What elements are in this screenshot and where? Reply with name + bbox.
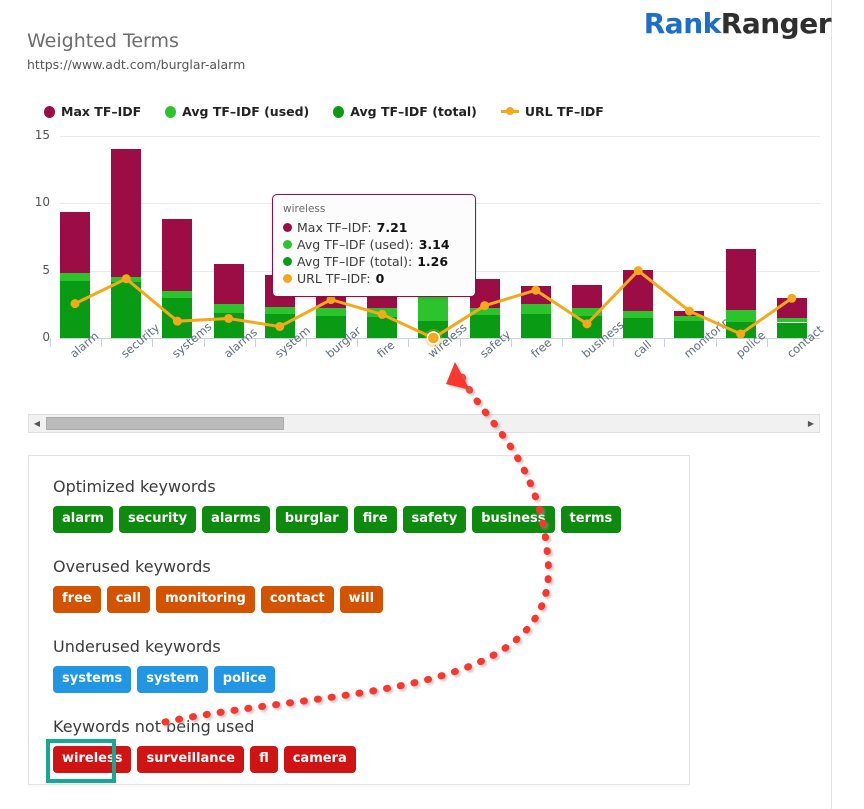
rankranger-logo: RankRanger <box>643 7 832 40</box>
keyword-tag-list: wireless surveillance fl camera <box>46 739 356 783</box>
scroll-right-arrow-icon[interactable]: ▶ <box>803 415 819 432</box>
keyword-tag-free[interactable]: free <box>53 586 101 613</box>
keyword-tag-fl[interactable]: fl <box>250 746 278 773</box>
keyword-tag-system[interactable]: system <box>137 666 208 693</box>
keyword-tag-wireless[interactable]: wireless <box>53 746 132 773</box>
keyword-tag-burglar[interactable]: burglar <box>275 506 348 533</box>
keyword-group-1: Overused keywords free call monitoring conta… <box>53 556 384 613</box>
page-title: Weighted Terms <box>27 30 179 52</box>
scrollbar-thumb[interactable] <box>46 417 284 430</box>
keyword-group-2: Underused keywords systems system police <box>53 636 276 693</box>
tooltip-dot-icon <box>283 257 292 266</box>
keyword-tag-business[interactable]: business <box>472 506 555 533</box>
tooltip-row-label: URL TF–IDF: <box>297 271 371 286</box>
keyword-group-3: Keywords not being used wireless surveilla… <box>46 716 356 783</box>
keyword-group-heading: Keywords not being used <box>53 717 255 736</box>
tooltip-dot-icon <box>283 240 292 249</box>
keyword-group-heading: Optimized keywords <box>53 477 216 496</box>
tooltip-row-1: Avg TF–IDF (used): 3.14 <box>283 236 466 253</box>
line-point-systems[interactable] <box>172 316 182 326</box>
line-point-system[interactable] <box>275 322 285 332</box>
line-point-wireless[interactable] <box>426 331 441 345</box>
keywords-card: Optimized keywords alarm security alarms bur… <box>28 455 690 785</box>
tooltip-row-value: 7.21 <box>376 220 408 235</box>
keyword-tag-surveillance[interactable]: surveillance <box>137 746 245 773</box>
keyword-tag-alarms[interactable]: alarms <box>202 506 270 533</box>
keyword-group-0: Optimized keywords alarm security alarms bur… <box>53 476 622 533</box>
tooltip-row-value: 3.14 <box>418 237 450 252</box>
tooltip-dot-icon <box>283 274 292 283</box>
line-point-monitoring[interactable] <box>684 306 694 316</box>
line-point-fire[interactable] <box>377 309 387 319</box>
tooltip-term: wireless <box>283 203 326 215</box>
keyword-tag-security[interactable]: security <box>118 506 197 533</box>
line-point-call[interactable] <box>633 266 643 276</box>
keyword-tag-list: systems system police <box>53 666 276 693</box>
page-url: https://www.adt.com/burglar-alarm <box>27 57 246 72</box>
line-point-police[interactable] <box>736 329 746 339</box>
chart-horizontal-scrollbar[interactable]: ◀ ▶ <box>28 414 820 433</box>
keyword-tag-alarm[interactable]: alarm <box>53 506 113 533</box>
tooltip-dot-icon <box>283 223 292 232</box>
keyword-tag-call[interactable]: call <box>106 586 151 613</box>
keyword-tag-will[interactable]: will <box>339 586 384 613</box>
keyword-tag-systems[interactable]: systems <box>53 666 132 693</box>
keyword-tag-terms[interactable]: terms <box>560 506 622 533</box>
line-point-business[interactable] <box>582 319 592 329</box>
keyword-group-heading: Overused keywords <box>53 557 211 576</box>
page-right-edge <box>831 0 864 809</box>
keyword-tag-list: alarm security alarms burglar fire safety busi… <box>53 506 622 533</box>
keyword-tag-fire[interactable]: fire <box>353 506 397 533</box>
tooltip-row-3: URL TF–IDF: 0 <box>283 270 466 287</box>
scroll-left-arrow-icon[interactable]: ◀ <box>29 415 45 432</box>
tooltip-row-2: Avg TF–IDF (total): 1.26 <box>283 253 466 270</box>
keyword-tag-list: free call monitoring contact will <box>53 586 384 613</box>
logo-part-ranger: Ranger <box>720 7 832 40</box>
tooltip-row-label: Avg TF–IDF (total): <box>297 254 413 269</box>
chart-tooltip: wireless Max TF–IDF: 7.21 Avg TF–IDF (used… <box>272 194 476 297</box>
keyword-group-heading: Underused keywords <box>53 637 221 656</box>
line-point-alarm[interactable] <box>70 299 80 309</box>
tooltip-row-label: Avg TF–IDF (used): <box>297 237 414 252</box>
line-point-contact[interactable] <box>787 293 797 303</box>
keyword-tag-camera[interactable]: camera <box>283 746 356 773</box>
line-point-free[interactable] <box>531 285 541 295</box>
keyword-tag-police[interactable]: police <box>213 666 276 693</box>
line-point-alarms[interactable] <box>224 313 234 323</box>
keyword-tag-safety[interactable]: safety <box>402 506 467 533</box>
line-point-safety[interactable] <box>480 301 490 311</box>
keyword-tag-monitoring[interactable]: monitoring <box>156 586 255 613</box>
tooltip-row-0: Max TF–IDF: 7.21 <box>283 219 466 236</box>
logo-part-rank: Rank <box>643 7 722 40</box>
keyword-tag-contact[interactable]: contact <box>260 586 334 613</box>
scrollbar-track[interactable] <box>45 415 803 432</box>
tooltip-row-value: 1.26 <box>417 254 449 269</box>
tooltip-row-value: 0 <box>375 271 385 286</box>
tooltip-row-label: Max TF–IDF: <box>297 220 372 235</box>
line-point-security[interactable] <box>121 274 131 284</box>
